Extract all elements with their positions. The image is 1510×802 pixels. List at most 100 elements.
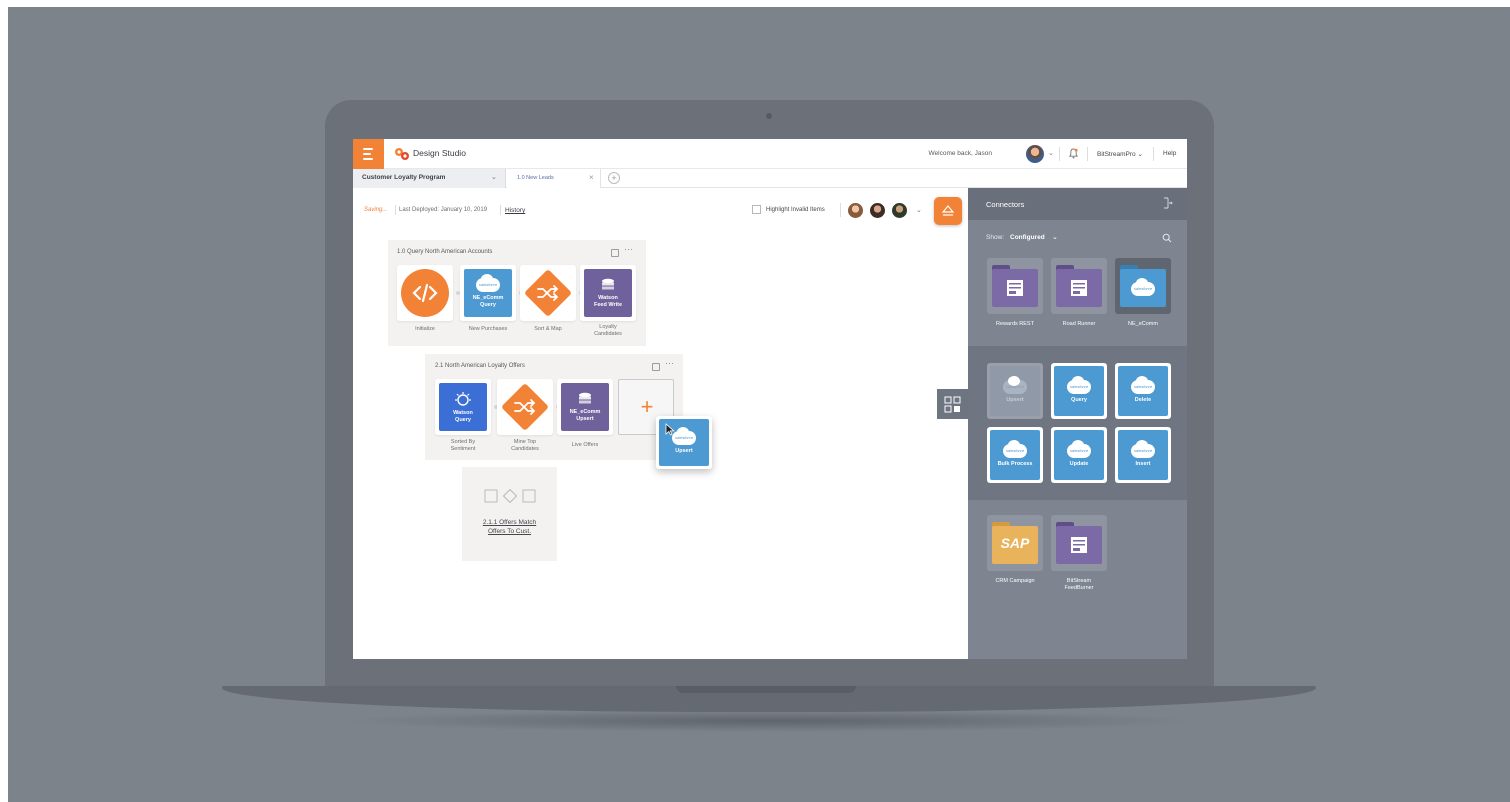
menu-line-icon <box>362 153 371 155</box>
tab-new-leads[interactable]: 1.0 New Leads × <box>507 169 601 188</box>
action-delete[interactable]: salesforce Delete <box>1115 363 1171 419</box>
add-tab-button[interactable]: + <box>608 172 620 184</box>
flow-step[interactable]: Initialize <box>397 265 453 332</box>
placeholder-label[interactable]: 2.1.1 Offers Match Offers To Cust. <box>462 518 557 536</box>
chevron-down-icon[interactable]: ⌄ <box>1052 233 1058 241</box>
collaborator-avatar[interactable] <box>891 202 908 219</box>
divider <box>1059 147 1060 161</box>
top-bar: Design Studio Welcome back, Jason ⌄ BitS… <box>353 139 1187 169</box>
panel-toggle-button[interactable] <box>937 389 968 419</box>
user-avatar[interactable] <box>1026 145 1044 163</box>
code-icon <box>401 269 449 317</box>
collaborator-avatar[interactable] <box>869 202 886 219</box>
connectors-panel: Connectors Show: Configured ⌄ Rewards RE… <box>968 188 1187 659</box>
flow-step[interactable]: Sort & Map <box>520 265 576 332</box>
collaborator-avatar[interactable] <box>847 202 864 219</box>
action-upsert[interactable]: salesforce Upsert <box>987 363 1043 419</box>
flow-step[interactable]: Watson Query Sorted By Sentiment <box>435 379 491 452</box>
calendar-icon[interactable] <box>652 363 660 371</box>
bell-icon[interactable] <box>1069 148 1078 159</box>
project-select[interactable]: Customer Loyalty Program ⌄ <box>353 169 506 188</box>
app-title: Design Studio <box>413 148 466 158</box>
group-title: 2.1 North American Loyalty Offers <box>435 363 525 369</box>
flow-shapes-icon <box>484 489 536 503</box>
connector-tile <box>987 258 1043 314</box>
laptop-notch <box>676 686 856 693</box>
filter-label: Show: <box>986 234 1005 241</box>
connector-tile: salesforce <box>1115 258 1171 314</box>
connector-actions-panel: salesforce Upsert salesforce Query sales… <box>968 346 1187 500</box>
camera <box>766 113 772 119</box>
connector-tile <box>1051 258 1107 314</box>
action-label: Upsert <box>1006 396 1024 403</box>
connector-label: BitStream FeedBurner <box>1064 578 1094 591</box>
search-icon[interactable] <box>1162 233 1172 243</box>
tile-text: Upsert <box>675 447 693 454</box>
panel-header: Connectors <box>968 188 1187 220</box>
action-label: Query <box>1071 396 1087 403</box>
highlight-invalid-label: Highlight Invalid Items <box>766 207 825 213</box>
collapse-panel-icon[interactable] <box>1163 197 1173 209</box>
watson-icon: Watson Query <box>439 383 487 431</box>
menu-button[interactable] <box>353 139 384 169</box>
divider <box>500 205 501 215</box>
shuffle-glyph-icon <box>514 399 536 415</box>
laptop-shadow <box>340 710 1200 732</box>
connector-label: NE_eComm <box>1128 321 1158 327</box>
flow-step[interactable]: salesforce NE_eComm Query New Purchases <box>460 265 516 332</box>
history-link[interactable]: History <box>505 207 525 214</box>
salesforce-icon: salesforce Insert <box>1118 430 1168 480</box>
deploy-button[interactable] <box>934 197 962 225</box>
grid-icon <box>944 396 961 413</box>
api-doc-icon <box>1071 537 1087 553</box>
highlight-invalid-checkbox[interactable] <box>752 205 761 214</box>
tile-text: NE_eComm Query <box>472 295 504 308</box>
filter-select[interactable]: Configured <box>1010 234 1045 241</box>
shuffle-glyph-icon <box>537 285 559 301</box>
divider <box>1087 147 1088 161</box>
connector-tile: SAP <box>987 515 1043 571</box>
flow-group[interactable]: 1.0 Query North American Accounts ··· In… <box>388 240 646 346</box>
action-label: Delete <box>1134 396 1152 403</box>
flow-step[interactable]: NE_eComm Upsert Live Offers <box>557 379 613 448</box>
tile-text: NE_eComm Upsert <box>569 409 601 422</box>
salesforce-icon: salesforce <box>1131 278 1155 299</box>
connector-label: Rewards REST <box>996 321 1034 327</box>
flow-step[interactable]: Watson Feed Write Loyalty Candidates <box>580 265 636 337</box>
connector-label: Road Runner <box>1062 321 1096 327</box>
close-icon[interactable]: × <box>589 173 594 182</box>
divider <box>1153 147 1154 161</box>
divider <box>395 205 396 215</box>
chevron-down-icon: ⌄ <box>1137 151 1143 158</box>
action-update[interactable]: salesforce Update <box>1051 427 1107 483</box>
account-name: BitStreamPro <box>1097 151 1136 158</box>
salesforce-icon: salesforce Upsert <box>990 366 1040 416</box>
account-switcher[interactable]: BitStreamPro ⌄ <box>1097 150 1143 158</box>
chevron-down-icon: ⌄ <box>491 174 497 181</box>
tab-bar: Customer Loyalty Program ⌄ 1.0 New Leads… <box>353 169 1187 188</box>
salesforce-icon: salesforce NE_eComm Query <box>464 269 512 317</box>
step-label: Live Offers <box>571 442 599 448</box>
action-bulk-process[interactable]: salesforce Bulk Process <box>987 427 1043 483</box>
more-icon[interactable]: ··· <box>624 244 633 254</box>
panel-title: Connectors <box>986 200 1025 209</box>
tab-label: 1.0 New Leads <box>517 175 554 181</box>
chevron-down-icon[interactable]: ⌄ <box>1048 149 1054 157</box>
flow-step[interactable]: Mine Top Candidates <box>497 379 553 452</box>
help-link[interactable]: Help <box>1163 150 1176 157</box>
action-insert[interactable]: salesforce Insert <box>1115 427 1171 483</box>
welcome-text: Welcome back, Jason <box>928 150 992 157</box>
app-screen: Design Studio Welcome back, Jason ⌄ BitS… <box>353 139 1187 659</box>
salesforce-icon: salesforce Update <box>1054 430 1104 480</box>
chevron-down-icon[interactable]: ⌄ <box>916 206 922 214</box>
eject-icon <box>941 205 955 216</box>
action-query[interactable]: salesforce Query <box>1051 363 1107 419</box>
more-icon[interactable]: ··· <box>665 358 674 368</box>
calendar-icon[interactable] <box>611 249 619 257</box>
last-deployed: Last Deployed: January 10, 2019 <box>399 207 488 213</box>
saving-status: Saving... <box>364 207 388 213</box>
placeholder-group[interactable]: 2.1.1 Offers Match Offers To Cust. <box>462 467 557 561</box>
salesforce-icon: salesforce Query <box>1054 366 1104 416</box>
database-icon: NE_eComm Upsert <box>561 383 609 431</box>
connector-label: CRM Campaign <box>995 578 1035 584</box>
